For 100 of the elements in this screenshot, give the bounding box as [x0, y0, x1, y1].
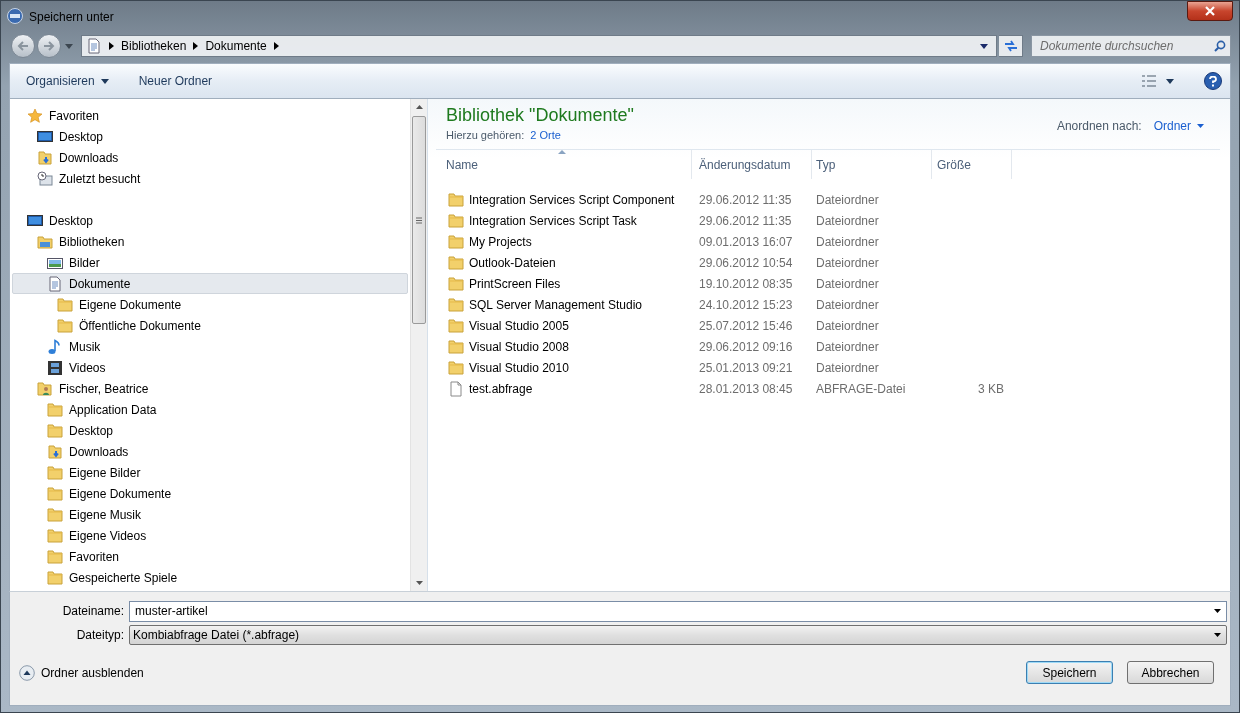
nav-item[interactable]: Application Data [12, 399, 408, 420]
filetype-dropdown[interactable]: Kombiabfrage Datei (*.abfrage) [129, 625, 1227, 645]
column-header[interactable]: Name [436, 150, 692, 179]
nav-item[interactable]: Desktop [12, 126, 408, 147]
help-button[interactable] [1204, 72, 1222, 90]
recent-places-icon [37, 170, 53, 187]
folder-icon [448, 233, 464, 250]
arrange-dropdown[interactable]: Ordner [1153, 117, 1204, 135]
arrange-label: Anordnen nach: [1056, 118, 1142, 135]
star-icon [27, 107, 43, 124]
scrollbar-thumb[interactable] [412, 116, 426, 324]
nav-item[interactable]: Zuletzt besucht [12, 168, 408, 189]
grip-icon [416, 216, 422, 224]
filetype-label: Dateityp: [75, 627, 125, 644]
address-bar[interactable]: Bibliotheken Dokumente [81, 35, 997, 57]
nav-item[interactable]: Gespeicherte Spiele [12, 567, 408, 588]
document-icon [86, 38, 102, 54]
nav-item[interactable]: Dokumente [12, 273, 408, 294]
modified-date: 09.01.2013 16:07 [698, 233, 794, 251]
search-field[interactable]: Dokumente durchsuchen [1031, 35, 1231, 57]
library-title: Bibliothek "Dokumente" [446, 104, 634, 127]
nav-item[interactable]: Eigene Dokumente [12, 294, 408, 315]
file-type: Dateiordner [815, 275, 880, 293]
back-button[interactable] [11, 34, 35, 58]
refresh-button[interactable] [999, 35, 1023, 57]
file-type: Dateiordner [815, 317, 880, 335]
close-button[interactable] [1187, 1, 1233, 21]
question-mark-icon [1209, 75, 1217, 87]
file-icon [448, 380, 464, 397]
column-header[interactable]: Änderungsdatum [692, 150, 812, 179]
nav-item[interactable]: Bibliotheken [12, 231, 408, 252]
nav-item[interactable]: Downloads [12, 147, 408, 168]
dialog-button[interactable]: Abbrechen [1127, 661, 1214, 684]
nav-item[interactable]: Videos [12, 357, 408, 378]
file-name: test.abfrage [469, 380, 533, 398]
nav-item[interactable]: Musik [12, 336, 408, 357]
caret-icon [1197, 124, 1204, 128]
file-type: Dateiordner [815, 296, 880, 314]
file-row[interactable]: Integration Services Script Component 29.06.2012 11:35 Dateiordner [436, 189, 1222, 210]
film-strip-icon [47, 359, 63, 376]
nav-item[interactable]: Desktop [12, 210, 408, 231]
column-header[interactable]: Größe [932, 150, 1012, 179]
nav-item[interactable]: Eigene Musik [12, 504, 408, 525]
nav-item[interactable]: Bilder [12, 252, 408, 273]
modified-date: 29.06.2012 11:35 [698, 191, 793, 209]
folder-icon [47, 485, 63, 502]
file-row[interactable]: PrintScreen Files 19.10.2012 08:35 Dateiordner [436, 273, 1222, 294]
file-row[interactable]: My Projects 09.01.2013 16:07 Dateiordner [436, 231, 1222, 252]
hide-folders-button[interactable]: Ordner ausblenden [19, 663, 144, 682]
breadcrumb-link[interactable]: Dokumente [205, 37, 267, 55]
folder-icon [448, 359, 464, 376]
modified-date: 28.01.2013 08:45 [698, 380, 794, 398]
file-row[interactable]: Integration Services Script Task 29.06.2012 11:35 Dateiordner [436, 210, 1222, 231]
sort-arrow-icon [558, 150, 566, 154]
nav-item[interactable]: Eigene Dokumente [12, 483, 408, 504]
file-name: Integration Services Script Component [469, 191, 675, 209]
locations-link[interactable]: 2 Orte [530, 127, 561, 144]
download-folder-icon [37, 149, 53, 166]
dialog-button[interactable]: Speichern [1026, 661, 1113, 684]
nav-item[interactable]: Eigene Videos [12, 525, 408, 546]
file-row[interactable]: SQL Server Management Studio 24.10.2012 15:23 Dateiordner [436, 294, 1222, 315]
nav-item[interactable]: Öffentliche Dokumente [12, 315, 408, 336]
monitor-icon [37, 128, 53, 145]
nav-item[interactable]: Favoriten [12, 105, 408, 126]
nav-item[interactable]: Eigene Bilder [12, 462, 408, 483]
history-caret-icon [65, 43, 73, 49]
folder-icon [448, 317, 464, 334]
search-icon [1214, 40, 1226, 52]
file-row[interactable]: Outlook-Dateien 29.06.2012 10:54 Dateiordner [436, 252, 1222, 273]
folder-icon [57, 317, 73, 334]
file-row[interactable]: Visual Studio 2005 25.07.2012 15:46 Dateiordner [436, 315, 1222, 336]
file-name: Visual Studio 2008 [469, 338, 569, 356]
filename-field[interactable]: muster-artikel [129, 600, 1227, 622]
scroll-down-arrow-icon [415, 581, 423, 585]
modified-date: 25.01.2013 09:21 [698, 359, 794, 377]
modified-date: 19.10.2012 08:35 [698, 275, 794, 293]
nav-item[interactable]: Downloads [12, 441, 408, 462]
forward-button[interactable] [37, 34, 61, 58]
file-row[interactable]: test.abfrage 28.01.2013 08:45 ABFRAGE-Datei 3 KB [436, 378, 1222, 399]
toolbar-button[interactable]: Organisieren [18, 68, 117, 94]
chevron-right-icon [193, 42, 199, 50]
details-view-icon [1142, 75, 1156, 87]
file-row[interactable]: Visual Studio 2010 25.01.2013 09:21 Dateiordner [436, 357, 1222, 378]
folder-icon [57, 296, 73, 313]
file-name: Outlook-Dateien [469, 254, 556, 272]
window-title: Speichern unter [29, 9, 114, 26]
column-header[interactable]: Typ [812, 150, 932, 179]
nav-item[interactable]: Favoriten [12, 546, 408, 567]
dropdown-caret-icon [980, 43, 988, 49]
file-row[interactable]: Visual Studio 2008 29.06.2012 09:16 Dateiordner [436, 336, 1222, 357]
caret-icon [100, 78, 109, 84]
scrollbar[interactable] [410, 99, 427, 591]
toolbar-button[interactable]: Neuer Ordner [130, 68, 221, 94]
chevron-right-icon [109, 42, 114, 50]
refresh-arrows-icon [1003, 40, 1018, 52]
folder-icon [448, 338, 464, 355]
breadcrumb-link[interactable]: Bibliotheken [121, 37, 187, 55]
nav-item[interactable]: Fischer, Beatrice [12, 378, 408, 399]
dropdown-caret-icon [1214, 633, 1221, 637]
nav-item[interactable]: Desktop [12, 420, 408, 441]
